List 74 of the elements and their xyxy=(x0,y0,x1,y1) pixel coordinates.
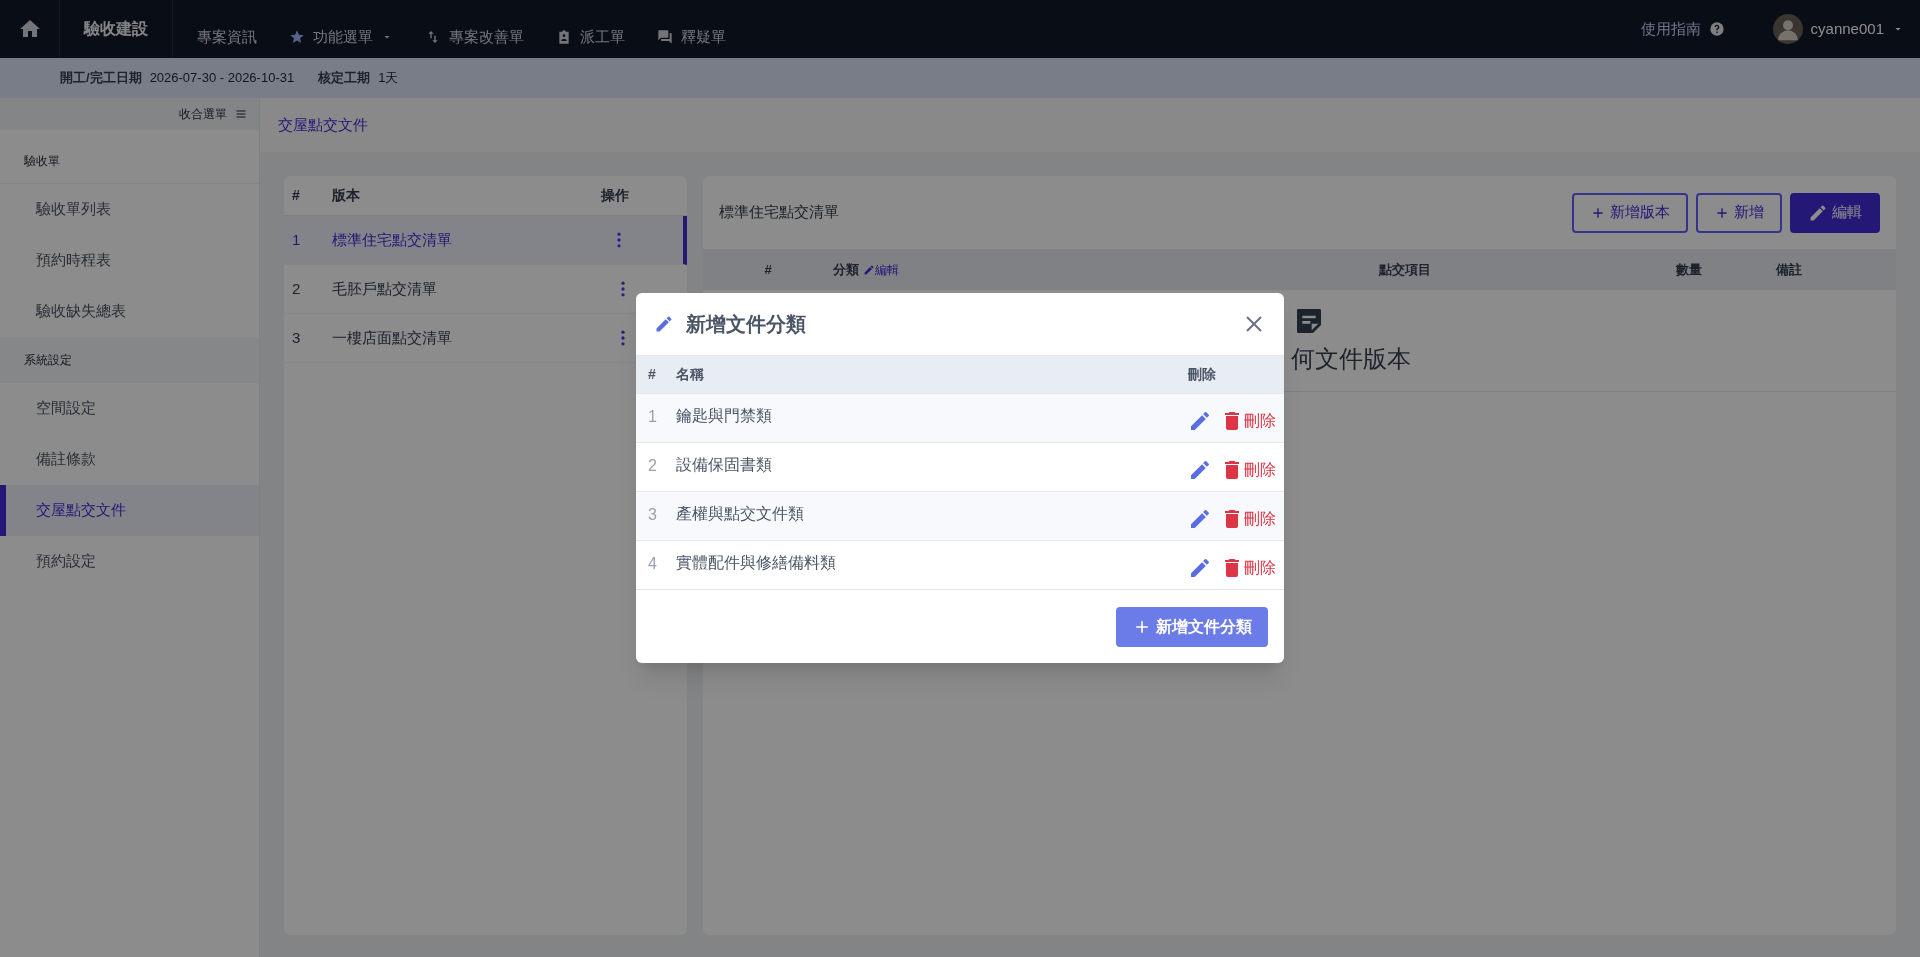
column-header: 備註 xyxy=(1776,262,1802,278)
row-number: 3 xyxy=(291,327,302,348)
column-header: # xyxy=(291,186,301,205)
chat-icon xyxy=(657,29,673,45)
pencil-icon xyxy=(1808,202,1828,223)
column-header: 數量 xyxy=(1676,262,1702,278)
delete-button[interactable]: 刪除 xyxy=(1220,409,1276,433)
delete-button[interactable]: 刪除 xyxy=(1220,507,1276,531)
sidebar-item[interactable]: 預約設定 xyxy=(0,536,259,587)
section-heading: 系統設定 xyxy=(24,351,72,369)
breadcrumb-link[interactable]: 交屋點交文件 xyxy=(278,113,368,137)
nav-link[interactable]: 釋疑單 xyxy=(657,25,726,49)
sidebar-item[interactable]: 備註條款 xyxy=(0,434,259,485)
user-menu[interactable]: cyanne001 xyxy=(1772,14,1904,44)
column-header: # xyxy=(647,365,657,384)
row-number: 1 xyxy=(291,229,302,250)
star-icon xyxy=(289,29,305,45)
card-title: 標準住宅點交清單 xyxy=(719,202,839,223)
column-header: 刪除 xyxy=(1188,365,1217,384)
delete-button[interactable]: 刪除 xyxy=(1220,458,1276,482)
avatar-icon[interactable] xyxy=(1772,14,1803,44)
collapse-menu-link[interactable]: 收合選單 xyxy=(179,105,227,123)
add-button[interactable]: 新增版本 xyxy=(1572,192,1688,233)
add-button[interactable]: 新增 xyxy=(1696,192,1782,233)
column-header: 名稱 xyxy=(676,365,705,384)
row-number: 2 xyxy=(291,278,302,299)
nav-link[interactable]: 派工單 xyxy=(556,25,625,49)
version-row[interactable]: 1 標準住宅點交清單 xyxy=(284,216,687,265)
dialog-title: 新增文件分類 xyxy=(686,312,807,337)
column-header: # xyxy=(764,262,772,278)
pencil-icon xyxy=(654,314,674,334)
row-number: 3 xyxy=(647,505,658,525)
sidebar-item[interactable]: 空間設定 xyxy=(0,383,259,434)
version-name: 毛胚戶點交清單 xyxy=(332,278,438,299)
help-icon xyxy=(1708,21,1725,37)
version-name: 一樓店面點交清單 xyxy=(332,327,453,348)
category-name: 產權與點交文件類 xyxy=(676,504,805,524)
empty-state-text: 何文件版本 xyxy=(1291,343,1411,374)
version-name: 標準住宅點交清單 xyxy=(332,229,453,250)
info-label: 核定工期 xyxy=(318,69,371,88)
sidebar-item[interactable]: 預約時程表 xyxy=(0,235,259,286)
info-value: 2026-07-30 - 2026-10-31 xyxy=(149,69,295,88)
pencil-icon[interactable] xyxy=(1188,556,1212,580)
nav-link[interactable]: 專案改善單 xyxy=(425,25,524,49)
nav-link[interactable]: 功能選單 xyxy=(289,25,393,49)
column-header: 點交項目 xyxy=(1378,262,1431,278)
pencil-icon xyxy=(863,264,875,276)
pencil-icon[interactable] xyxy=(1188,507,1212,531)
row-number: 2 xyxy=(647,456,658,476)
delete-button[interactable]: 刪除 xyxy=(1220,556,1276,580)
menu-icon[interactable] xyxy=(235,108,247,120)
section-heading: 驗收單 xyxy=(24,152,60,170)
column-header: 分類 xyxy=(833,261,859,280)
info-value: 1天 xyxy=(378,69,399,88)
info-label: 開工/完工日期 xyxy=(60,69,142,88)
nav-link[interactable]: 專案資訊 xyxy=(197,25,257,49)
pencil-icon[interactable] xyxy=(1188,458,1212,482)
sidebar-item[interactable]: 驗收單列表 xyxy=(0,184,259,235)
brand-name[interactable]: 驗收建設 xyxy=(84,17,148,41)
category-name: 設備保固書類 xyxy=(676,455,773,475)
help-link[interactable]: 使用指南 xyxy=(1640,17,1725,41)
column-header: 操作 xyxy=(601,186,630,205)
row-number: 4 xyxy=(647,554,658,574)
add-category-button[interactable]: 新增文件分類 xyxy=(1116,606,1268,647)
sidebar-item[interactable]: 交屋點交文件 xyxy=(0,485,259,536)
pencil-icon[interactable] xyxy=(1188,409,1212,433)
badge-icon xyxy=(556,29,572,45)
category-name: 實體配件與修繕備料類 xyxy=(676,553,837,573)
category-name: 鑰匙與門禁類 xyxy=(676,406,773,426)
edit-button[interactable]: 編輯 xyxy=(1790,192,1880,233)
row-number: 1 xyxy=(647,407,658,427)
edit-link[interactable]: 編輯 xyxy=(863,261,899,279)
column-header: 版本 xyxy=(332,186,361,205)
sidebar-item[interactable]: 驗收缺失總表 xyxy=(0,286,259,337)
